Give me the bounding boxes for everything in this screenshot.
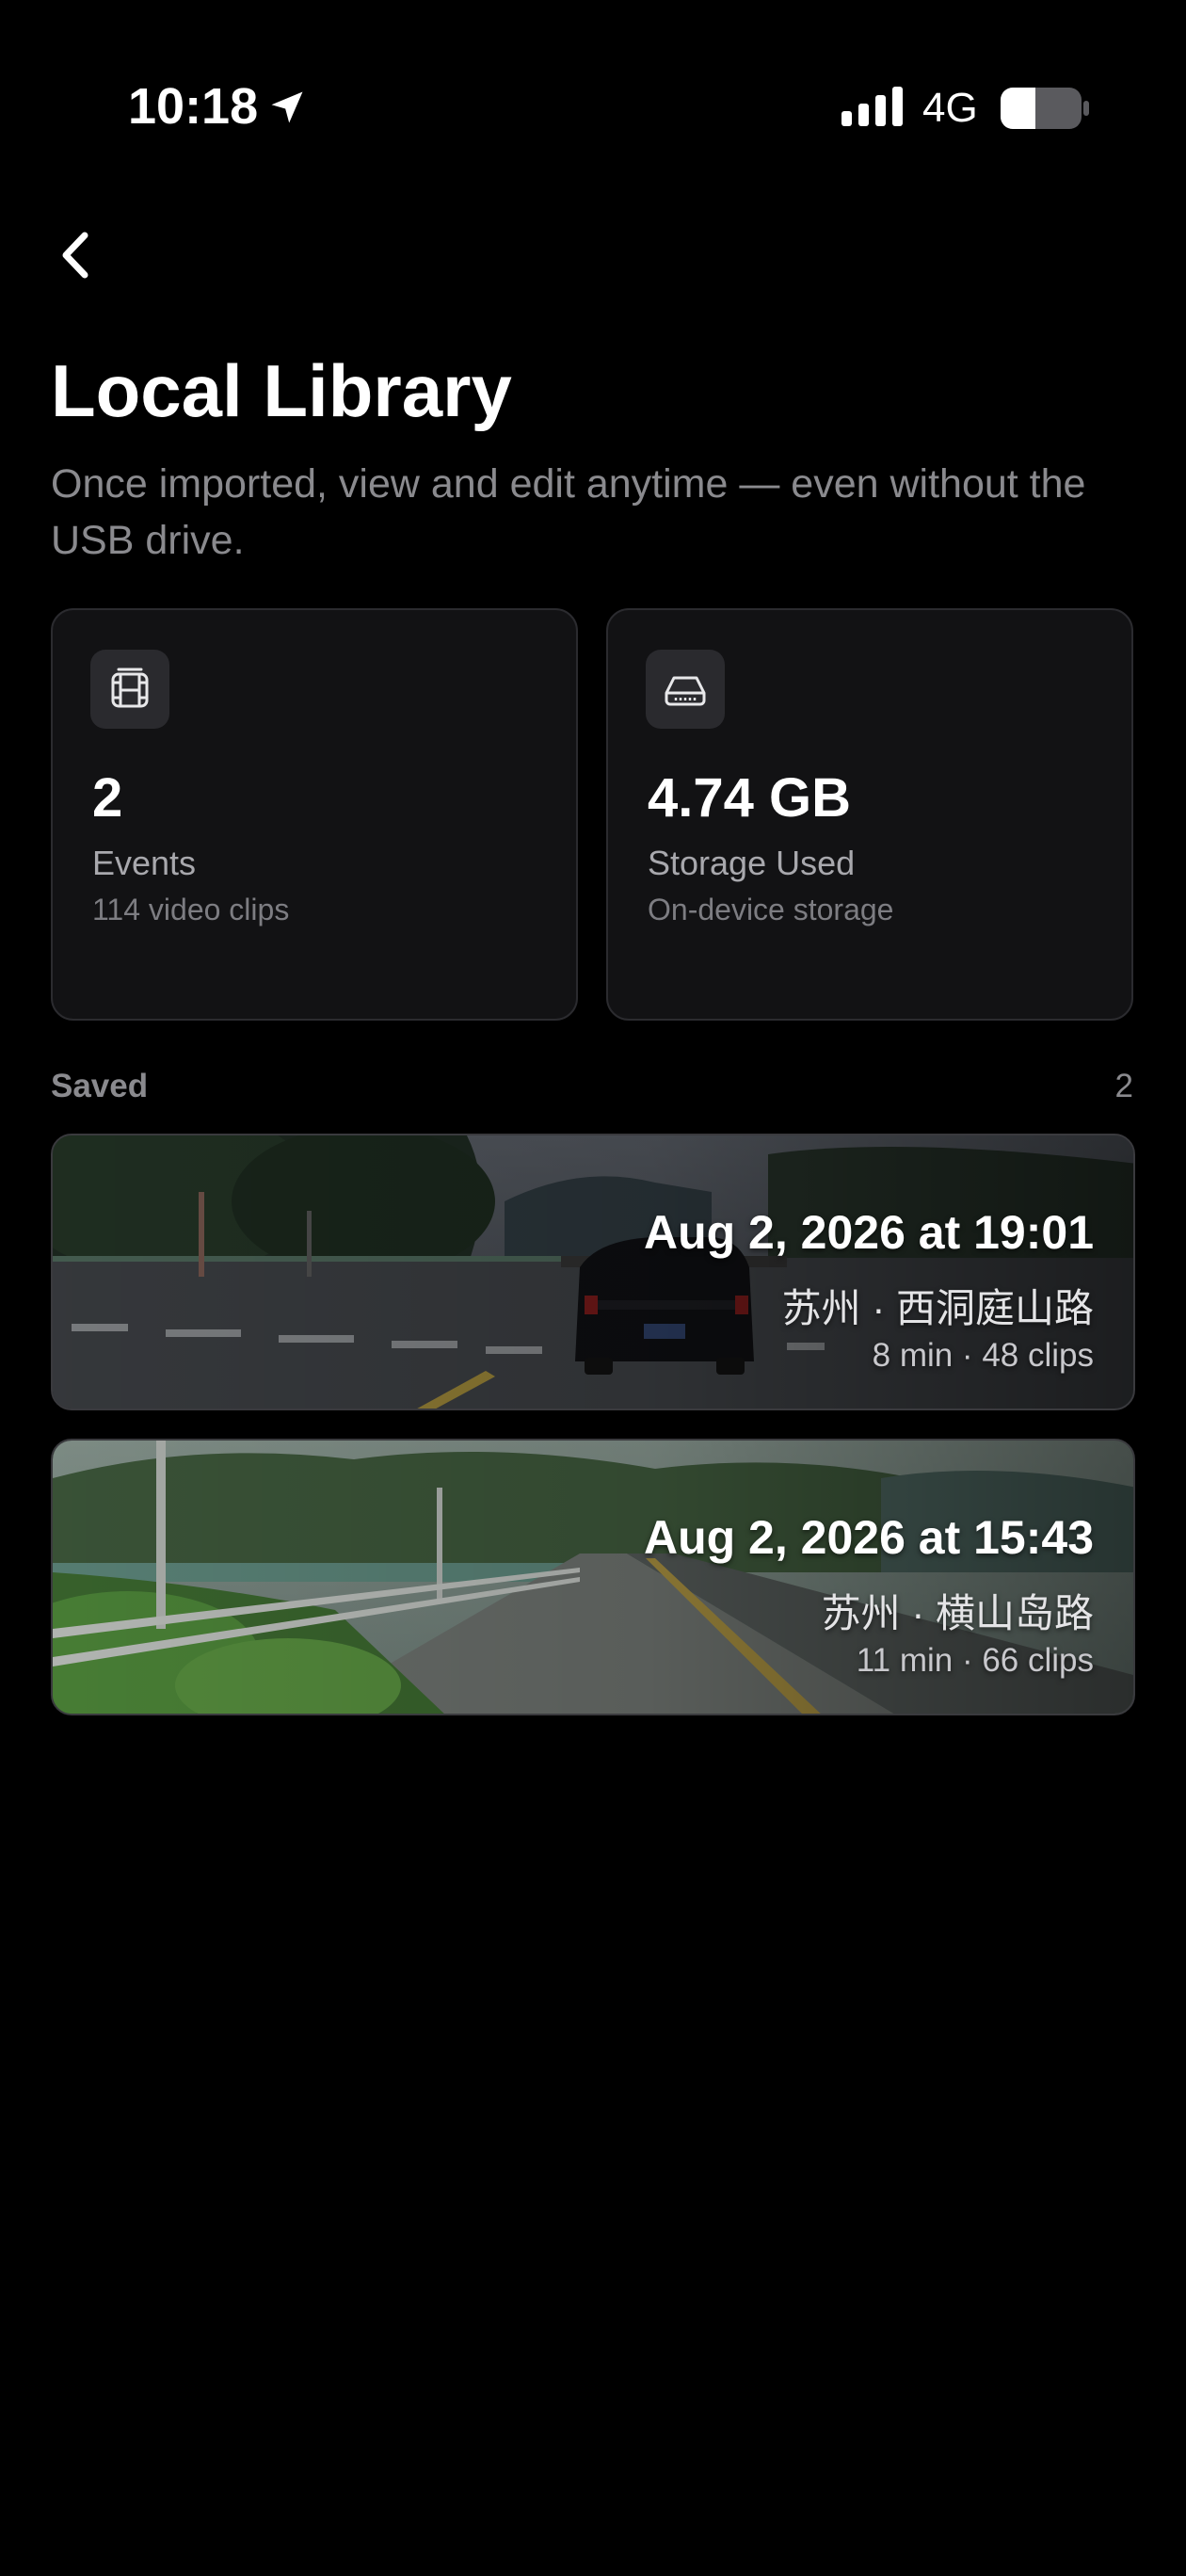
page-subtitle: Once imported, view and edit anytime — e… [51, 461, 1086, 563]
event-meta: 8 min · 48 clips [872, 1337, 1094, 1374]
drive-icon-badge [646, 650, 725, 729]
drive-icon [665, 676, 706, 706]
page-title: Local Library [51, 349, 512, 432]
storage-used-label: Storage Used [648, 844, 856, 882]
film-icon-badge [90, 650, 169, 729]
events-count: 2 [92, 767, 123, 829]
film-icon [111, 668, 149, 708]
event-card[interactable]: Aug 2, 2026 at 19:01 苏州 · 西洞庭山路 8 min · … [51, 1134, 1135, 1410]
events-subtext: 114 video clips [92, 893, 290, 926]
network-type: 4G [922, 85, 978, 131]
events-label: Events [92, 844, 197, 882]
event-meta: 11 min · 66 clips [856, 1642, 1094, 1679]
back-button[interactable] [47, 222, 104, 288]
event-location: 苏州 · 横山岛路 [821, 1591, 1094, 1635]
signal-icon [841, 87, 903, 126]
events-stat-card: 2 Events 114 video clips [51, 608, 578, 1021]
saved-section-label: Saved [51, 1068, 149, 1104]
event-title: Aug 2, 2026 at 19:01 [643, 1206, 1094, 1259]
storage-used-value: 4.74 GB [648, 767, 851, 829]
battery-icon [1001, 88, 1089, 129]
status-bar: 10:18 4G [0, 0, 1186, 135]
storage-stat-card: 4.74 GB Storage Used On-device storage [606, 608, 1133, 1021]
event-location: 苏州 · 西洞庭山路 [781, 1286, 1094, 1330]
location-arrow-icon [271, 91, 303, 123]
status-time: 10:18 [128, 78, 259, 135]
storage-subtext: On-device storage [648, 893, 894, 926]
event-title: Aug 2, 2026 at 15:43 [643, 1511, 1094, 1564]
event-card[interactable]: Aug 2, 2026 at 15:43 苏州 · 横山岛路 11 min · … [51, 1439, 1135, 1715]
saved-count: 2 [1114, 1068, 1133, 1104]
